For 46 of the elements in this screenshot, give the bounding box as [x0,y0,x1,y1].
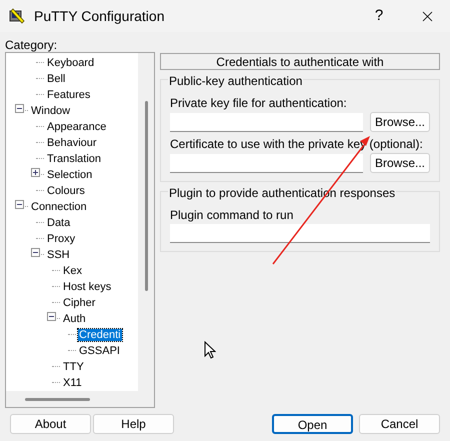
input-field[interactable] [170,224,430,243]
tree-item[interactable]: SSH [46,249,71,261]
tree-item[interactable]: Auth [62,313,87,325]
tree-item[interactable]: Behaviour [46,137,98,149]
tree-item[interactable]: Selection [46,169,94,181]
tree-item[interactable]: TTY [62,361,85,373]
collapse-icon[interactable] [31,248,40,257]
input-field[interactable] [170,154,363,172]
field-label: Plugin command to run [170,207,294,224]
cursor-icon [204,341,216,359]
tree-item[interactable]: Data [46,217,72,229]
vertical-scrollbar[interactable] [138,53,154,391]
browse-button[interactable]: Browse... [370,112,430,132]
tree-item[interactable]: Credenti [78,329,122,341]
tree-item[interactable]: Host keys [62,281,112,293]
tree-item[interactable]: Keyboard [46,57,96,69]
category-label: Category: [5,37,58,54]
horizontal-scrollbar[interactable] [6,391,154,407]
input-field[interactable] [170,112,363,132]
dialog-button[interactable]: Help [93,414,174,434]
tree-item[interactable]: Cipher [62,297,96,309]
dialog-button[interactable]: Cancel [359,414,440,434]
computer-icon [8,7,26,25]
tree-item[interactable]: Translation [46,153,102,165]
expand-icon[interactable] [31,168,40,177]
field-label: Private key file for authentication: [170,95,348,112]
tree-item[interactable]: Window [30,105,72,117]
tree-item[interactable]: Connection [30,201,88,213]
tree-item[interactable]: X11 [62,377,83,389]
tree-item[interactable]: Appearance [46,121,108,133]
help-button[interactable]: ? [356,0,402,32]
dialog-button[interactable]: About [10,414,91,434]
tree-item[interactable]: Proxy [46,233,76,245]
panel-title: Credentials to authenticate with [160,53,440,70]
collapse-icon[interactable] [15,104,24,113]
collapse-icon[interactable] [47,312,56,321]
category-tree[interactable]: Keyboard Bell Features Window Appearance Behaviour Translation Selection Colours Connection Data Proxy SSH Kex Host keys Cipher Auth Credenti GSSAPI TTY X11 [5,52,155,408]
tree-item[interactable]: Kex [62,265,83,277]
tree-item[interactable]: GSSAPI [78,345,121,357]
tree-item[interactable]: Features [46,89,92,101]
tree-item[interactable]: Bell [46,73,66,85]
window-title: PuTTY Configuration [34,6,164,26]
tree-item[interactable]: Colours [46,185,86,197]
browse-button[interactable]: Browse... [370,153,430,173]
collapse-icon[interactable] [15,200,24,209]
dialog-button[interactable]: Open [272,414,353,434]
